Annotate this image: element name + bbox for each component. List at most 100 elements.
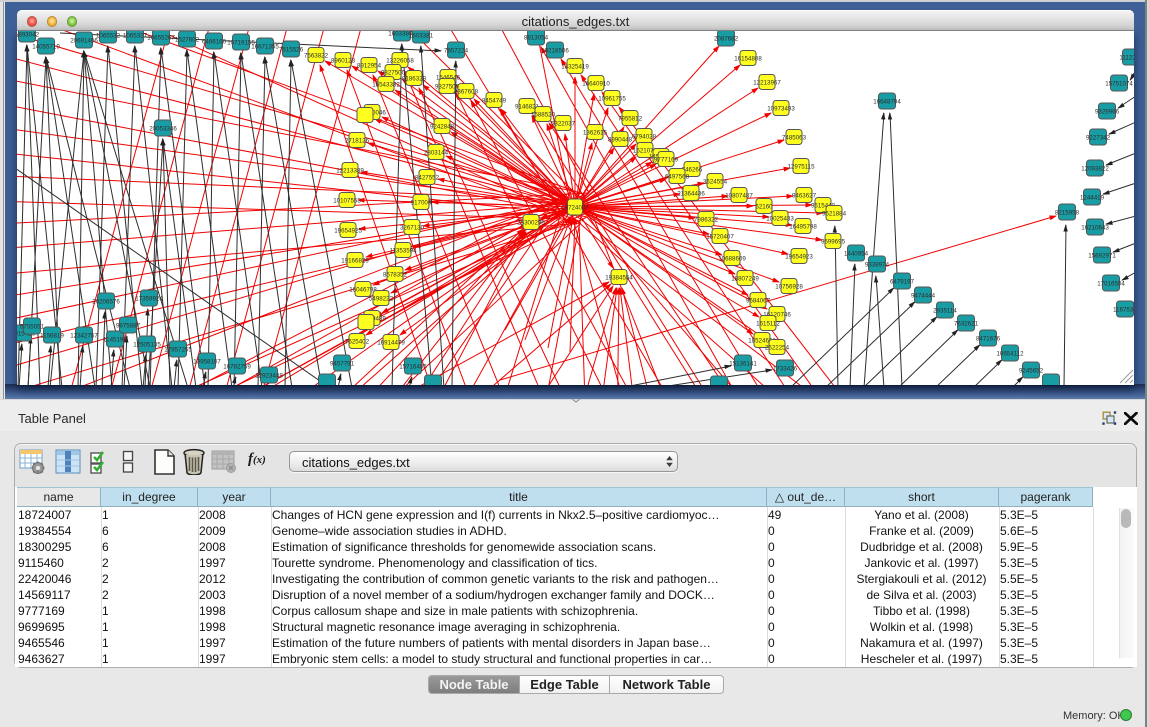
svg-text:6794028: 6794028 — [632, 133, 657, 140]
svg-text:12975115: 12975115 — [787, 163, 815, 170]
svg-text:17359924: 17359924 — [135, 295, 163, 302]
svg-text:6497568: 6497568 — [665, 173, 690, 180]
svg-text:9242848: 9242848 — [430, 123, 455, 130]
svg-text:6479197: 6479197 — [890, 278, 915, 285]
svg-text:6466160: 6466160 — [202, 38, 227, 45]
svg-text:5755051: 5755051 — [20, 323, 45, 330]
svg-text:7986322: 7986322 — [694, 216, 719, 223]
svg-text:8427552: 8427552 — [415, 174, 440, 181]
svg-text:7955812: 7955812 — [618, 115, 643, 122]
svg-text:18807249: 18807249 — [731, 275, 759, 282]
svg-text:16210643: 16210643 — [1081, 224, 1109, 231]
svg-text:12213967: 12213967 — [753, 79, 781, 86]
svg-text:16640910: 16640910 — [582, 80, 610, 87]
svg-text:1893042: 1893042 — [17, 31, 40, 38]
svg-text:9474444: 9474444 — [911, 292, 936, 299]
svg-text:25300295: 25300295 — [517, 219, 545, 226]
svg-text:1615112: 1615112 — [756, 320, 780, 327]
svg-text:17016504: 17016504 — [1097, 280, 1125, 287]
svg-text:12923448: 12923448 — [255, 372, 283, 379]
svg-text:21364436: 21364436 — [677, 190, 705, 197]
svg-text:10654112: 10654112 — [996, 350, 1024, 357]
svg-text:1603381: 1603381 — [409, 32, 434, 39]
svg-text:13325419: 13325419 — [561, 63, 589, 70]
svg-text:917006: 917006 — [411, 199, 432, 206]
svg-text:19654923: 19654923 — [785, 253, 813, 260]
svg-text:5322037: 5322037 — [551, 120, 576, 127]
svg-text:20206576: 20206576 — [92, 298, 120, 305]
svg-text:17957255: 17957255 — [164, 346, 192, 353]
svg-text:1145194: 1145194 — [103, 336, 127, 343]
svg-text:62160: 62160 — [755, 203, 773, 210]
svg-text:12342757: 12342757 — [70, 332, 98, 339]
svg-text:16495798: 16495798 — [789, 223, 817, 230]
svg-text:2087682: 2087682 — [714, 35, 739, 42]
svg-text:11353594: 11353594 — [389, 247, 417, 254]
svg-text:8471676: 8471676 — [976, 335, 1001, 342]
svg-text:1362615: 1362615 — [583, 129, 608, 136]
svg-text:14055719: 14055719 — [32, 43, 60, 50]
svg-text:16648794: 16648794 — [873, 98, 901, 105]
svg-text:10107553: 10107553 — [333, 197, 361, 204]
svg-text:2367608: 2367608 — [454, 88, 479, 95]
svg-text:12505135: 12505135 — [133, 341, 161, 348]
svg-text:1065532: 1065532 — [96, 32, 121, 39]
svg-text:8186328: 8186328 — [402, 75, 427, 82]
svg-text:10688609: 10688609 — [718, 255, 746, 262]
svg-text:1527602: 1527602 — [175, 36, 200, 43]
svg-text:5498222: 5498222 — [369, 295, 394, 302]
svg-text:8813054: 8813054 — [524, 34, 549, 41]
svg-text:9329966: 9329966 — [1095, 108, 1120, 115]
svg-text:10961755: 10961755 — [598, 95, 626, 102]
svg-text:8578352: 8578352 — [383, 271, 408, 278]
svg-text:9684067: 9684067 — [746, 297, 771, 304]
svg-text:20053346: 20053346 — [149, 125, 177, 132]
svg-text:9245652: 9245652 — [1019, 367, 1044, 374]
svg-text:9463627: 9463627 — [792, 192, 817, 199]
svg-text:1167534: 1167534 — [1113, 306, 1134, 313]
svg-text:8912954: 8912954 — [357, 62, 382, 69]
svg-text:7625402: 7625402 — [345, 338, 370, 345]
svg-text:16154808: 16154808 — [734, 55, 762, 62]
svg-text:8990448: 8990448 — [608, 136, 633, 143]
svg-text:7485063: 7485063 — [782, 134, 807, 141]
svg-text:12213389: 12213389 — [336, 167, 364, 174]
svg-text:2935114: 2935114 — [933, 307, 957, 314]
svg-text:7515526: 7515526 — [279, 46, 304, 53]
svg-text:19218506: 19218506 — [541, 47, 569, 54]
svg-text:1440954: 1440954 — [844, 250, 869, 257]
svg-text:19654925: 19654925 — [334, 227, 362, 234]
svg-text:2803144: 2803144 — [424, 149, 449, 156]
svg-text:20691406: 20691406 — [70, 37, 98, 44]
svg-text:9975887: 9975887 — [116, 322, 141, 329]
svg-text:1065327: 1065327 — [123, 32, 148, 39]
svg-text:1733426: 1733426 — [773, 365, 798, 372]
svg-text:8454749: 8454749 — [482, 97, 507, 104]
svg-text:15720407: 15720407 — [706, 233, 734, 240]
svg-text:7563822: 7563822 — [304, 52, 329, 59]
svg-text:8960123: 8960123 — [331, 57, 356, 64]
svg-text:1156819: 1156819 — [40, 332, 64, 339]
svg-text:1112203: 1112203 — [1119, 54, 1134, 61]
svg-text:19166829: 19166829 — [341, 257, 369, 264]
svg-text:7857224: 7857224 — [444, 47, 469, 54]
svg-text:1588520: 1588520 — [531, 111, 556, 118]
svg-text:10756928: 10756928 — [775, 283, 803, 290]
svg-text:19384554: 19384554 — [605, 274, 633, 281]
svg-text:16671355: 16671355 — [251, 43, 279, 50]
svg-text:16782759: 16782759 — [223, 363, 251, 370]
svg-text:3624554: 3624554 — [703, 178, 728, 185]
svg-text:7632621: 7632621 — [954, 320, 979, 327]
svg-text:9457791: 9457791 — [330, 360, 355, 367]
svg-text:10807487: 10807487 — [725, 192, 753, 199]
svg-text:2718126: 2718126 — [345, 137, 370, 144]
svg-text:3267130: 3267130 — [400, 224, 425, 231]
svg-text:15751074: 15751074 — [1105, 80, 1133, 87]
svg-text:15136141: 15136141 — [729, 360, 757, 367]
svg-text:9338974: 9338974 — [865, 261, 890, 268]
svg-text:12093822: 12093822 — [1081, 165, 1109, 172]
svg-text:16543382: 16543382 — [372, 81, 400, 88]
svg-text:10655267: 10655267 — [147, 34, 175, 41]
svg-text:15716485: 15716485 — [399, 363, 427, 370]
svg-text:10973493: 10973493 — [767, 105, 795, 112]
